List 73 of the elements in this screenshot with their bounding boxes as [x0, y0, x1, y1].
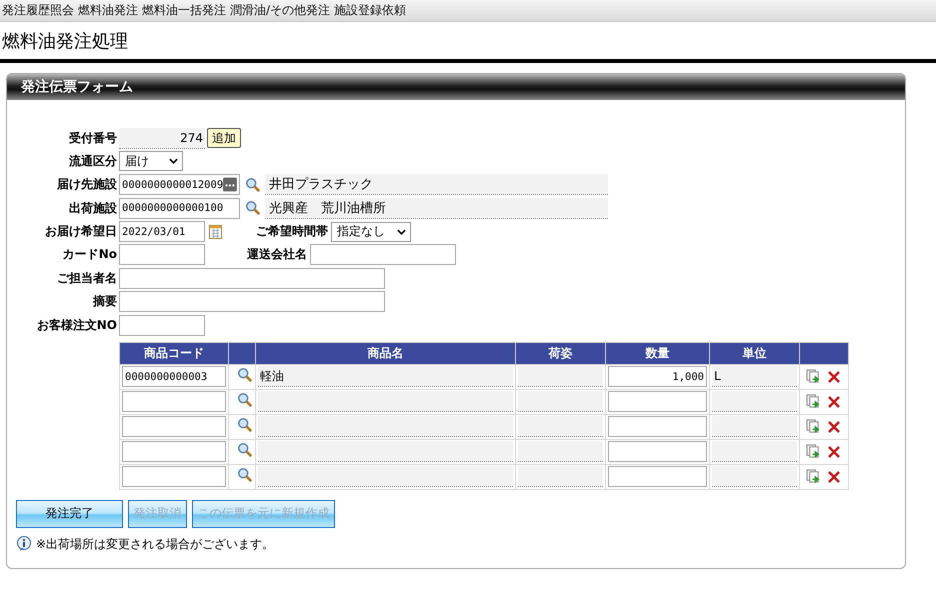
- copy-icon[interactable]: [806, 419, 821, 434]
- date-field[interactable]: 2022/03/01: [119, 221, 205, 242]
- quantity-field[interactable]: [608, 466, 707, 488]
- copy-icon[interactable]: [806, 394, 821, 410]
- chevron-down-icon[interactable]: [397, 228, 406, 235]
- field-label: 受付番号: [68, 130, 118, 146]
- delete-icon[interactable]: [827, 444, 841, 459]
- search-icon[interactable]: [236, 392, 252, 408]
- quantity-field[interactable]: 1,000: [608, 366, 707, 388]
- more-icon[interactable]: [223, 177, 237, 192]
- product-code-field[interactable]: [122, 466, 226, 488]
- nav-link[interactable]: 発注履歴照会: [2, 2, 74, 19]
- field-label: お届け希望日: [44, 223, 118, 240]
- delete-icon[interactable]: [827, 420, 841, 434]
- carrier-field[interactable]: [310, 244, 456, 266]
- product-code-field[interactable]: [122, 391, 226, 412]
- unit-cell: L: [712, 366, 797, 388]
- product-code-field[interactable]: 0000000000003: [122, 366, 226, 388]
- quantity-field[interactable]: [608, 391, 707, 412]
- add-button[interactable]: 追加: [207, 128, 241, 148]
- facility-name: 光興産 荒川油槽所: [265, 198, 608, 219]
- field-label: 出荷施設: [68, 200, 118, 217]
- info-icon: [16, 536, 32, 552]
- delete-icon[interactable]: [827, 394, 841, 409]
- order-number-field[interactable]: [119, 314, 205, 336]
- field-label: 届け先施設: [56, 176, 118, 194]
- product-code-field[interactable]: [122, 441, 226, 462]
- quantity-field[interactable]: [608, 416, 707, 438]
- column-header: 単位: [710, 342, 800, 364]
- column-header: 数量: [606, 342, 710, 364]
- search-icon[interactable]: [236, 442, 252, 458]
- action-button[interactable]: 発注完了: [16, 500, 123, 528]
- field-label: 流通区分: [68, 152, 118, 170]
- copy-icon[interactable]: [806, 469, 821, 484]
- nav-link[interactable]: 燃料油発注: [78, 2, 138, 19]
- nav-link[interactable]: 燃料油一括発注: [142, 2, 226, 19]
- search-icon[interactable]: [245, 176, 261, 193]
- column-header: 荷姿: [516, 342, 606, 364]
- field-label: 摘要: [92, 293, 118, 310]
- column-header: 商品コード: [120, 342, 228, 364]
- field-label: 運送会社名: [247, 246, 307, 264]
- time-slot-select[interactable]: 指定なし: [331, 222, 411, 242]
- nav-link[interactable]: 潤滑油/その他発注: [230, 2, 330, 19]
- receipt-number: 274: [119, 128, 205, 148]
- facility-code-field[interactable]: 0000000000000100: [119, 198, 240, 219]
- nav-link[interactable]: 施設登録依頼: [334, 2, 406, 19]
- field-label: ご担当者名: [56, 270, 118, 287]
- remarks-field[interactable]: [119, 291, 385, 312]
- chevron-down-icon[interactable]: [169, 158, 178, 164]
- field-label: カードNo: [62, 246, 118, 264]
- copy-icon[interactable]: [806, 369, 821, 384]
- column-header: 商品名: [256, 342, 516, 364]
- delete-icon[interactable]: [827, 370, 841, 384]
- facility-code-field[interactable]: 0000000000012009: [119, 174, 240, 196]
- field-label: お客様注文NO: [36, 316, 118, 334]
- delete-icon[interactable]: [827, 470, 841, 484]
- copy-icon[interactable]: [806, 444, 821, 460]
- search-icon[interactable]: [236, 467, 252, 484]
- product-name-cell: 軽油: [258, 366, 513, 388]
- person-field[interactable]: [119, 268, 385, 289]
- page-title: 燃料油発注処理: [2, 30, 128, 52]
- calendar-icon[interactable]: [209, 224, 222, 240]
- card-number-field[interactable]: [119, 244, 205, 266]
- facility-name: 井田プラスチック: [265, 174, 608, 196]
- search-icon[interactable]: [245, 200, 261, 216]
- panel-title: 発注伝票フォーム: [21, 78, 133, 96]
- search-icon[interactable]: [236, 417, 252, 434]
- note-text: ※出荷場所は変更される場合がございます。: [36, 536, 274, 553]
- search-icon[interactable]: [236, 367, 252, 384]
- field-label: ご希望時間帯: [256, 223, 328, 240]
- distribution-select[interactable]: 届け: [119, 151, 183, 172]
- quantity-field[interactable]: [608, 441, 707, 462]
- product-code-field[interactable]: [122, 416, 226, 438]
